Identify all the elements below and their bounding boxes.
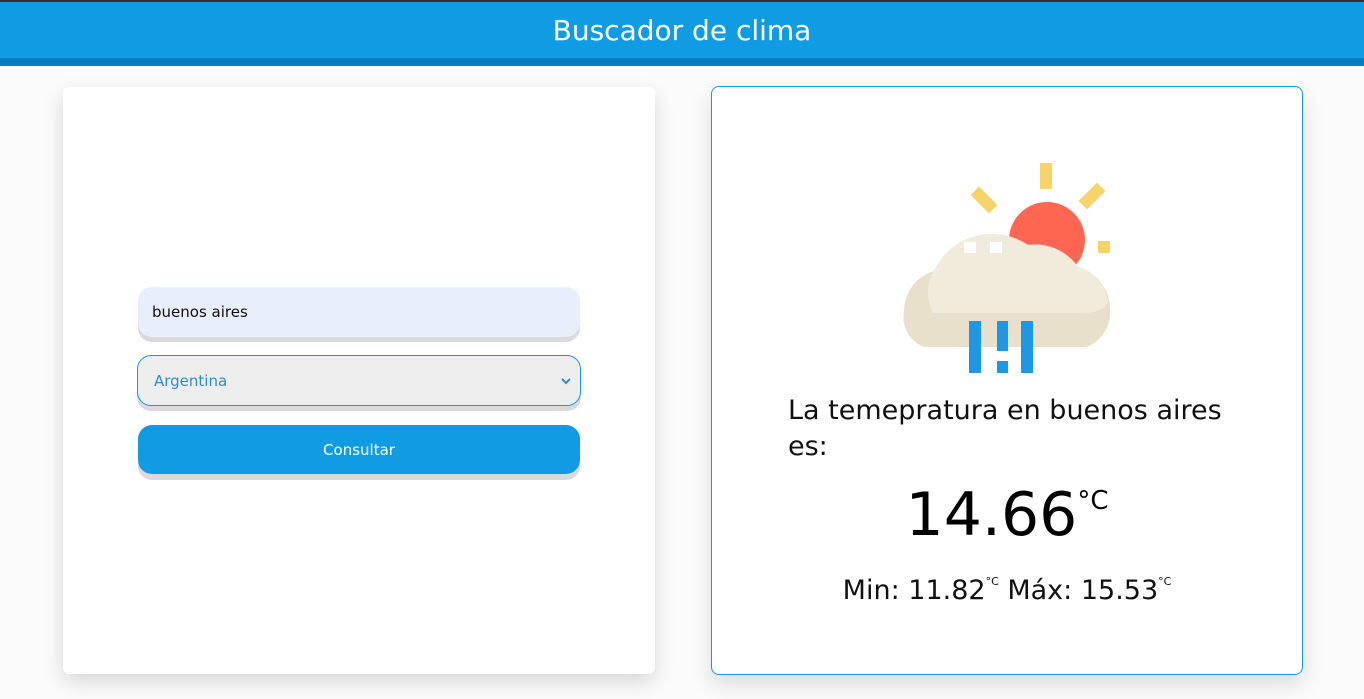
min-label: Min: bbox=[842, 575, 909, 606]
header-underline bbox=[0, 58, 1364, 66]
consult-button[interactable]: Consultar bbox=[138, 425, 580, 474]
city-input[interactable] bbox=[138, 287, 580, 337]
temperature-display: 14.66°C bbox=[712, 479, 1302, 551]
search-form-card: Argentina Consultar bbox=[63, 87, 655, 674]
max-label: Máx: bbox=[1007, 575, 1081, 606]
temperature-unit: °C bbox=[1077, 486, 1109, 516]
chevron-down-icon bbox=[561, 378, 571, 385]
min-unit: °C bbox=[985, 575, 999, 588]
max-unit: °C bbox=[1158, 575, 1172, 588]
max-value: 15.53 bbox=[1080, 575, 1159, 606]
sun-cloud-rain-icon bbox=[903, 163, 1111, 373]
min-value: 11.82 bbox=[908, 575, 986, 606]
temperature-value: 14.66 bbox=[905, 480, 1078, 550]
country-select[interactable]: Argentina bbox=[137, 355, 581, 406]
weather-result-card: La temepratura en buenos aires es: 14.66… bbox=[711, 86, 1303, 675]
page-title: Buscador de clima bbox=[552, 14, 812, 47]
min-max-temperature: Min: 11.82°C Máx: 15.53°C bbox=[712, 565, 1302, 608]
app-header: Buscador de clima bbox=[0, 0, 1364, 66]
temperature-label: La temepratura en buenos aires es: bbox=[788, 395, 1222, 462]
country-select-value: Argentina bbox=[154, 371, 228, 390]
